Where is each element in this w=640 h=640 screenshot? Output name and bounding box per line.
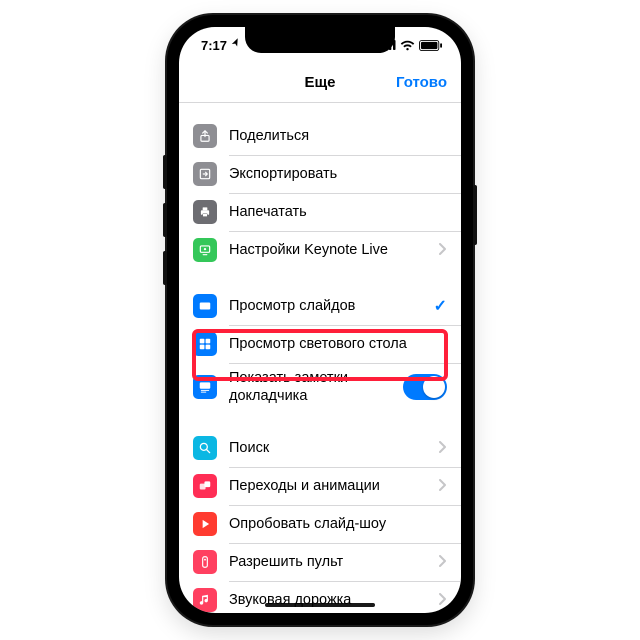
row-label: Показать заметки докладчика bbox=[229, 369, 397, 405]
phone-frame: 7:17 Еще Готово bbox=[167, 15, 473, 625]
search-icon bbox=[193, 436, 217, 460]
row-light-table[interactable]: Просмотр светового стола bbox=[179, 325, 461, 363]
row-label: Разрешить пульт bbox=[229, 553, 433, 571]
menu-list: Поделиться Экспортировать Напечатать bbox=[179, 103, 461, 613]
row-label: Экспортировать bbox=[229, 165, 447, 183]
remote-icon bbox=[193, 550, 217, 574]
presenter-notes-icon bbox=[193, 375, 217, 399]
row-keynote-live[interactable]: Настройки Keynote Live bbox=[179, 231, 461, 269]
chevron-right-icon bbox=[439, 242, 447, 258]
print-icon bbox=[193, 200, 217, 224]
audio-icon bbox=[193, 588, 217, 612]
slide-view-icon bbox=[193, 294, 217, 318]
chevron-right-icon bbox=[439, 440, 447, 456]
export-icon bbox=[193, 162, 217, 186]
battery-icon bbox=[419, 40, 443, 51]
row-label: Опробовать слайд-шоу bbox=[229, 515, 447, 533]
row-export[interactable]: Экспортировать bbox=[179, 155, 461, 193]
row-share[interactable]: Поделиться bbox=[179, 117, 461, 155]
row-label: Поиск bbox=[229, 439, 433, 457]
presenter-notes-toggle[interactable] bbox=[403, 374, 447, 400]
done-button[interactable]: Готово bbox=[396, 74, 447, 91]
transitions-icon bbox=[193, 474, 217, 498]
row-label: Просмотр светового стола bbox=[229, 335, 447, 353]
row-audio-track[interactable]: Звуковая дорожка bbox=[179, 581, 461, 613]
row-transitions[interactable]: Переходы и анимации bbox=[179, 467, 461, 505]
status-left: 7:17 bbox=[201, 38, 241, 53]
row-label: Настройки Keynote Live bbox=[229, 241, 433, 259]
row-label: Поделиться bbox=[229, 127, 447, 145]
share-icon bbox=[193, 124, 217, 148]
chevron-right-icon bbox=[439, 592, 447, 608]
row-label: Напечатать bbox=[229, 203, 447, 221]
location-icon bbox=[229, 36, 243, 52]
row-label: Просмотр слайдов bbox=[229, 297, 428, 315]
page-title: Еще bbox=[304, 74, 335, 91]
light-table-icon bbox=[193, 332, 217, 356]
row-try-slideshow[interactable]: Опробовать слайд-шоу bbox=[179, 505, 461, 543]
play-icon bbox=[193, 512, 217, 536]
row-view-slides[interactable]: Просмотр слайдов ✓ bbox=[179, 287, 461, 325]
keynote-live-icon bbox=[193, 238, 217, 262]
checkmark-icon: ✓ bbox=[434, 296, 447, 316]
row-label: Переходы и анимации bbox=[229, 477, 433, 495]
row-search[interactable]: Поиск bbox=[179, 429, 461, 467]
nav-bar: Еще Готово bbox=[179, 63, 461, 103]
row-print[interactable]: Напечатать bbox=[179, 193, 461, 231]
notch bbox=[245, 27, 395, 53]
chevron-right-icon bbox=[439, 478, 447, 494]
row-allow-remote[interactable]: Разрешить пульт bbox=[179, 543, 461, 581]
wifi-icon bbox=[400, 40, 415, 51]
row-presenter-notes[interactable]: Показать заметки докладчика bbox=[179, 363, 461, 411]
chevron-right-icon bbox=[439, 554, 447, 570]
home-indicator bbox=[265, 603, 375, 607]
phone-screen: 7:17 Еще Готово bbox=[179, 27, 461, 613]
status-time: 7:17 bbox=[201, 38, 227, 53]
